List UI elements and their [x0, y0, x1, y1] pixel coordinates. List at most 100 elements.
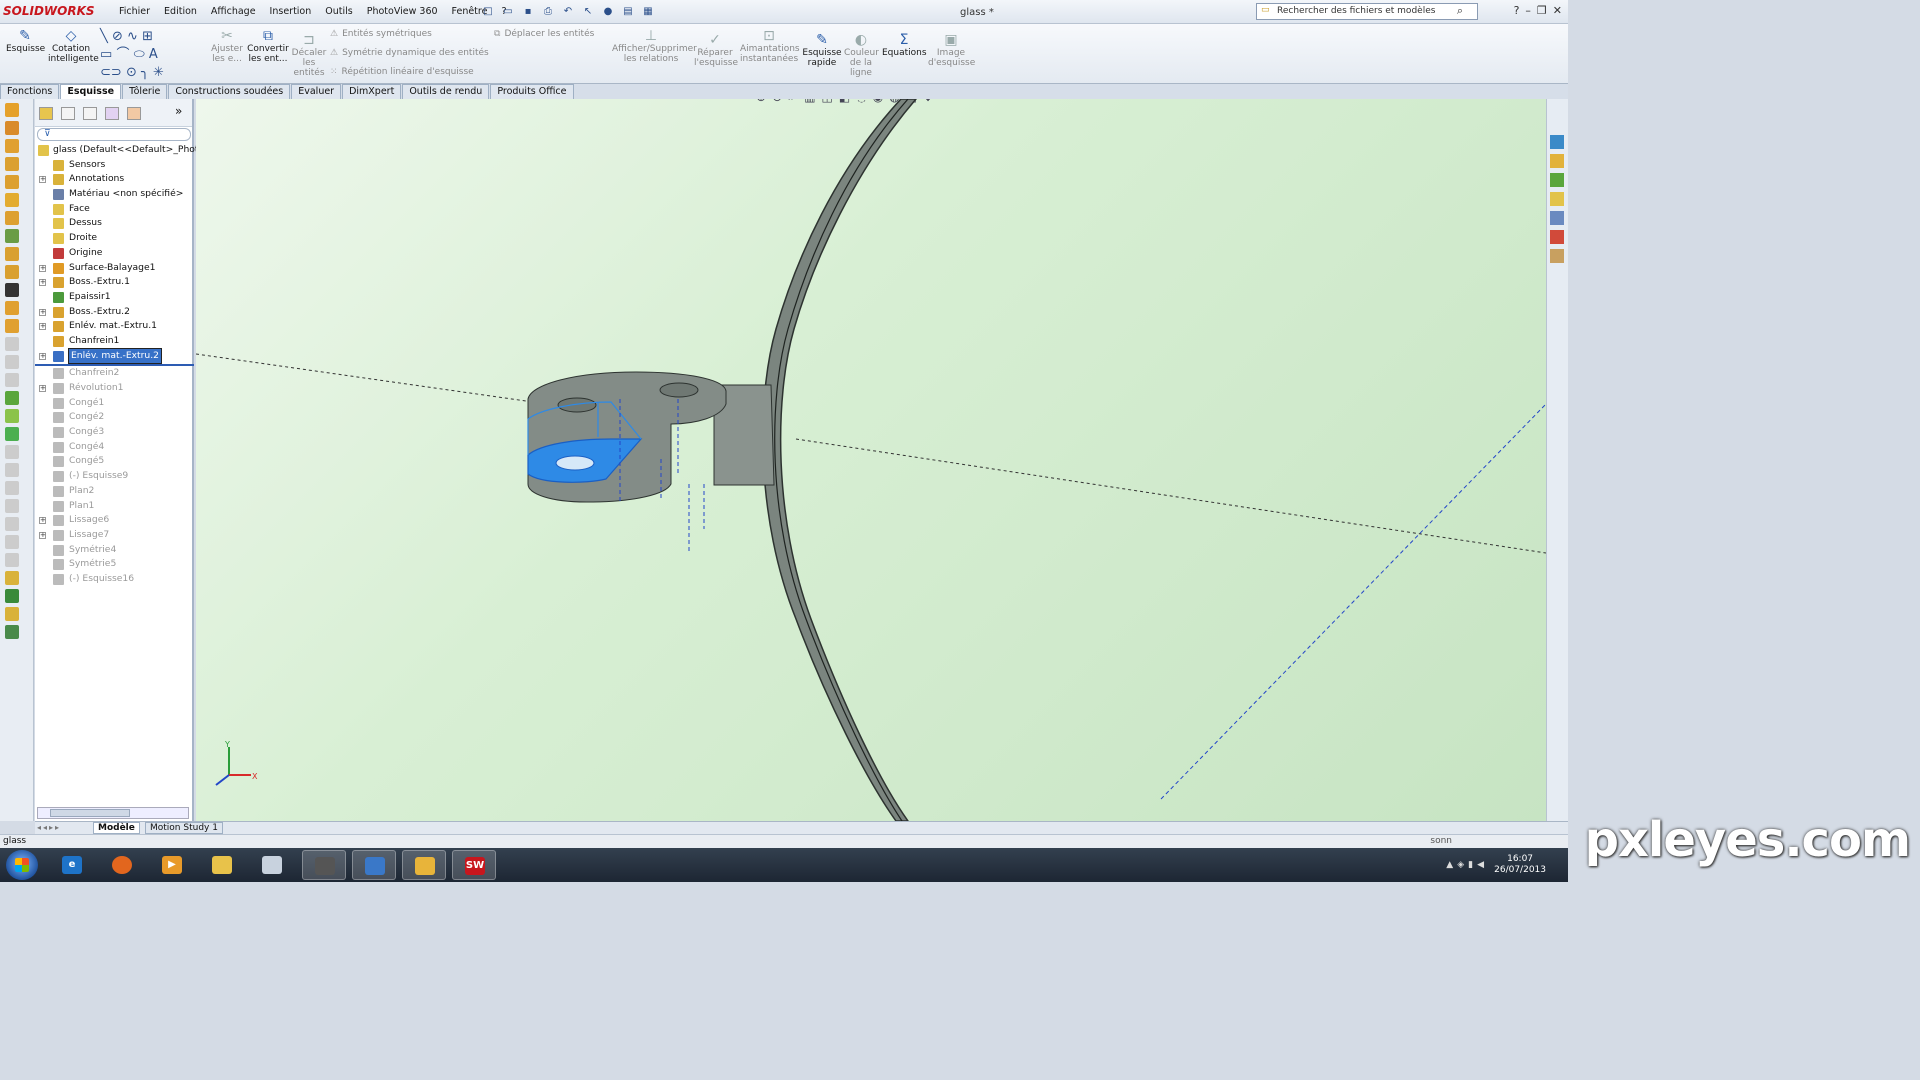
taskbar-calculator[interactable] [250, 850, 294, 880]
select-icon[interactable]: ↖ [580, 4, 596, 19]
equations-button[interactable]: Σ Equations [882, 32, 927, 58]
loft-icon[interactable] [5, 157, 19, 171]
tree-item[interactable]: Matériau <non spécifié> [35, 187, 194, 202]
save-icon[interactable]: ▪ [520, 4, 536, 19]
tree-item[interactable]: Sensors [35, 158, 194, 173]
search-icon[interactable]: ⌕ [1457, 4, 1463, 18]
tab-tolerie[interactable]: Tôlerie [122, 84, 168, 99]
tree-item[interactable]: + Enlév. mat.-Extru.2 [35, 347, 194, 365]
menu-insertion[interactable]: Insertion [263, 6, 319, 17]
menu-fichier[interactable]: Fichier [112, 6, 157, 17]
tree-item[interactable]: Droite [35, 231, 194, 246]
tree-item[interactable]: + Lissage7 [35, 528, 194, 543]
reference-geometry-icon[interactable] [5, 391, 19, 405]
3d-sketch-icon[interactable] [5, 589, 19, 603]
tree-item[interactable]: + Révolution1 [35, 381, 194, 396]
linear-pattern-button[interactable]: ⁙ Répétition linéaire d'esquisse [330, 67, 474, 77]
extrude-boss-icon[interactable] [5, 103, 19, 117]
custom-properties-icon[interactable] [1550, 249, 1564, 263]
tree-item[interactable]: + Lissage6 [35, 513, 194, 528]
expand-toggle-icon[interactable]: + [39, 323, 46, 331]
mirror-feature-icon[interactable] [5, 319, 19, 333]
shell-icon[interactable] [5, 301, 19, 315]
polygon-icon[interactable]: ⊙ [126, 65, 137, 80]
scrollbar-thumb[interactable] [50, 809, 130, 817]
expand-toggle-icon[interactable]: + [39, 264, 46, 272]
circle-icon[interactable]: ⊘ [112, 29, 123, 44]
tree-item[interactable]: + Boss.-Extru.2 [35, 305, 194, 320]
property-manager-tab-icon[interactable] [61, 107, 75, 120]
expand-toggle-icon[interactable]: + [39, 352, 46, 360]
view-palette-icon[interactable] [1550, 211, 1564, 225]
surface-5-icon[interactable] [5, 517, 19, 531]
menu-affichage[interactable]: Affichage [204, 6, 263, 17]
tab-outils-de-rendu[interactable]: Outils de rendu [402, 84, 490, 99]
rectangle-icon[interactable]: ▭ [100, 47, 112, 62]
taskbar-app-1[interactable] [302, 850, 346, 880]
display-manager-tab-icon[interactable] [127, 107, 141, 120]
taskbar-explorer[interactable] [200, 850, 244, 880]
taskbar-app-3[interactable] [402, 850, 446, 880]
tree-item[interactable]: Symétrie4 [35, 543, 194, 558]
tree-root-item[interactable]: glass (Default<<Default>_Photo [35, 143, 204, 158]
tree-item[interactable]: Congé2 [35, 410, 194, 425]
tree-item[interactable]: Congé3 [35, 425, 194, 440]
taskbar-firefox[interactable] [100, 850, 144, 880]
design-table-icon[interactable] [5, 625, 19, 639]
tree-item[interactable]: Face [35, 202, 194, 217]
line-color-button[interactable]: ◐ Couleur de la ligne [844, 32, 879, 78]
tree-item[interactable]: Plan2 [35, 484, 194, 499]
menu-outils[interactable]: Outils [318, 6, 359, 17]
tree-item[interactable]: Congé5 [35, 454, 194, 469]
sketch-button[interactable]: ✎ Esquisse [6, 28, 45, 54]
tree-item[interactable]: + Enlév. mat.-Extru.1 [35, 319, 194, 334]
menu-photoview[interactable]: PhotoView 360 [360, 6, 445, 17]
home-icon[interactable] [1550, 154, 1564, 168]
spline-icon[interactable]: ∿ [127, 29, 138, 44]
quick-snaps-button[interactable]: ⊡ Aimantations instantanées [740, 28, 800, 64]
tree-horizontal-scrollbar[interactable] [37, 807, 189, 819]
tree-item[interactable]: Chanfrein2 [35, 366, 194, 381]
tab-constructions-soudees[interactable]: Constructions soudées [168, 84, 291, 99]
wrap-icon[interactable] [5, 337, 19, 351]
smart-dimension-button[interactable]: ◇ Cotation intelligente [48, 28, 99, 64]
configuration-manager-tab-icon[interactable] [83, 107, 97, 120]
tab-produits-office[interactable]: Produits Office [490, 84, 574, 99]
arc-icon[interactable]: ⌒ [116, 47, 129, 62]
tab-fonctions[interactable]: Fonctions [0, 84, 60, 99]
surface-4-icon[interactable] [5, 499, 19, 513]
text-icon[interactable]: A [149, 47, 158, 62]
offset-entities-button[interactable]: ⊐ Décaler les entités [290, 32, 328, 78]
move-entities-button[interactable]: ⧉ Déplacer les entités [494, 29, 594, 39]
fillet-tool-icon[interactable] [5, 229, 19, 243]
tree-item[interactable]: Origine [35, 246, 194, 261]
expand-toggle-icon[interactable]: + [39, 517, 46, 525]
tab-dimxpert[interactable]: DimXpert [342, 84, 402, 99]
tab-motion-study[interactable]: Motion Study 1 [145, 822, 223, 834]
expand-toggle-icon[interactable]: + [39, 531, 46, 539]
tab-esquisse[interactable]: Esquisse [60, 84, 122, 99]
swept-cut-icon[interactable] [5, 211, 19, 225]
taskbar-solidworks[interactable]: SW [452, 850, 496, 880]
tree-item[interactable]: + Surface-Balayage1 [35, 261, 194, 276]
appearances-icon[interactable] [1550, 230, 1564, 244]
search-input[interactable]: ▭ Rechercher des fichiers et modèles ⌕ [1256, 3, 1478, 20]
tree-item[interactable]: (-) Esquisse9 [35, 469, 194, 484]
tray-icons[interactable]: ▲◈▮◀ [1446, 860, 1488, 870]
design-library-icon[interactable] [1550, 173, 1564, 187]
minimize-icon[interactable]: – [1525, 4, 1531, 17]
draft-icon[interactable] [5, 283, 19, 297]
file-explorer-icon[interactable] [1550, 192, 1564, 206]
options-icon[interactable]: ▦ [640, 4, 656, 19]
expand-toggle-icon[interactable]: + [39, 176, 46, 184]
clock[interactable]: 16:07 26/07/2013 [1494, 854, 1546, 876]
tree-item[interactable]: Congé4 [35, 440, 194, 455]
menu-edition[interactable]: Edition [157, 6, 204, 17]
tree-item[interactable]: (-) Esquisse16 [35, 572, 194, 587]
dynamic-mirror-button[interactable]: ⚠ Symétrie dynamique des entités [330, 48, 489, 58]
dimxpert-manager-tab-icon[interactable] [105, 107, 119, 120]
instant3d-icon[interactable] [5, 427, 19, 441]
tree-item[interactable]: Symétrie5 [35, 557, 194, 572]
trim-button[interactable]: ✂ Ajuster les e... [208, 28, 246, 64]
undo-icon[interactable]: ↶ [560, 4, 576, 19]
